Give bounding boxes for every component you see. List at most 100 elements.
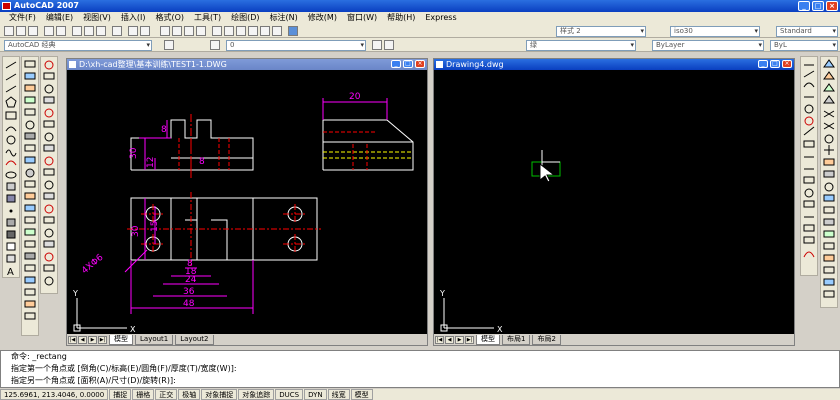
menu-modify[interactable]: 修改(M)	[303, 12, 342, 24]
menu-view[interactable]: 视图(V)	[78, 12, 116, 24]
polar-toggle[interactable]: 极轴	[178, 389, 201, 400]
view-toolbar	[820, 56, 838, 308]
save-icon[interactable]	[28, 26, 38, 36]
properties-icon[interactable]	[212, 26, 222, 36]
color-select[interactable]: 绿	[526, 40, 636, 51]
snap-toggle[interactable]: 捕捉	[109, 389, 132, 400]
drawing-close-button[interactable]: ×	[415, 60, 425, 68]
drawing4-minimize-button[interactable]: _	[758, 60, 768, 68]
paste-icon[interactable]	[96, 26, 106, 36]
cut-icon[interactable]	[72, 26, 82, 36]
linetype-select[interactable]: ByLayer	[652, 40, 764, 51]
lineweight-toggle[interactable]: 线宽	[327, 389, 350, 400]
drawing-canvas[interactable]: 20 30 12 8 8 30 15 8 18 24 36 48 4XΦ6 Y …	[67, 70, 427, 334]
drawing4-maximize-button[interactable]: □	[770, 60, 780, 68]
menu-window[interactable]: 窗口(W)	[342, 12, 382, 24]
sheet-set-icon[interactable]	[248, 26, 258, 36]
drawing-window-drawing4[interactable]: Drawing4.dwg _ □ × Y X |◀ ◀ ▶ ▶| 模型 布局1 …	[433, 58, 795, 346]
dyn-toggle[interactable]: DYN	[304, 389, 327, 400]
status-bar: 125.6961, 213.4046, 0.0000 捕捉 栅格 正交 极轴 对…	[0, 389, 840, 400]
dim-36: 36	[183, 287, 195, 297]
quickcalc-icon[interactable]	[272, 26, 282, 36]
menu-format[interactable]: 格式(O)	[150, 12, 189, 24]
ortho-toggle[interactable]: 正交	[155, 389, 178, 400]
menu-express[interactable]: Express	[420, 12, 461, 24]
tab-first-icon[interactable]: |◀	[68, 335, 77, 344]
zoom-previous-icon[interactable]	[196, 26, 206, 36]
coordinate-readout[interactable]: 125.6961, 213.4046, 0.0000	[0, 389, 109, 400]
standard-toolbar: 样式 2 iso30 Standard	[0, 24, 840, 38]
command-line[interactable]: 命令: _rectang 指定第一个角点或 [倒角(C)/标高(E)/圆角(F)…	[0, 350, 840, 388]
ucs-icon	[73, 298, 127, 332]
minimize-button[interactable]: _	[798, 1, 810, 11]
drawing-minimize-button[interactable]: _	[391, 60, 401, 68]
menu-file[interactable]: 文件(F)	[4, 12, 41, 24]
menu-tools[interactable]: 工具(T)	[189, 12, 226, 24]
close-button[interactable]: ×	[826, 1, 838, 11]
lineweight-select[interactable]: ByL	[770, 40, 838, 51]
tab2-layout1[interactable]: 布局1	[502, 334, 531, 345]
workspace-settings-icon[interactable]	[164, 40, 174, 50]
menu-edit[interactable]: 编辑(E)	[41, 12, 78, 24]
workspace-select[interactable]: AutoCAD 经典	[4, 40, 152, 51]
drawing4-title-bar[interactable]: Drawing4.dwg _ □ ×	[434, 59, 794, 70]
pan-icon[interactable]	[160, 26, 170, 36]
preview-icon[interactable]	[56, 26, 66, 36]
tab2-model[interactable]: 模型	[476, 334, 500, 345]
menu-help[interactable]: 帮助(H)	[382, 12, 420, 24]
model-toggle[interactable]: 模型	[350, 389, 373, 400]
drawing-window-test1[interactable]: D:\xh-cad整理\基本训练\TEST1-1.DWG _ □ × 20 30…	[66, 58, 428, 346]
make-current-layer-icon[interactable]	[372, 40, 382, 50]
tab2-next-icon[interactable]: ▶	[455, 335, 464, 344]
tab-model[interactable]: 模型	[109, 334, 133, 345]
layout-tabs-2: |◀ ◀ ▶ ▶| 模型 布局1 布局2	[434, 334, 794, 345]
autocad-app-icon	[2, 2, 11, 10]
menu-dimension[interactable]: 标注(N)	[265, 12, 303, 24]
grid-toggle[interactable]: 栅格	[132, 389, 155, 400]
ducs-toggle[interactable]: DUCS	[275, 389, 304, 400]
table-style-select[interactable]: Standard	[776, 26, 838, 37]
layers-toolbar: AutoCAD 经典 0 绿 ByLayer ByL	[0, 38, 840, 52]
drawing4-close-button[interactable]: ×	[782, 60, 792, 68]
tab-layout2[interactable]: Layout2	[175, 334, 214, 345]
tab-last-icon[interactable]: ▶|	[98, 335, 107, 344]
layer-manager-icon[interactable]	[210, 40, 220, 50]
tab2-layout2[interactable]: 布局2	[532, 334, 561, 345]
text-style-select[interactable]: 样式 2	[556, 26, 646, 37]
tool-palettes-icon[interactable]	[236, 26, 246, 36]
tab2-last-icon[interactable]: ▶|	[465, 335, 474, 344]
menu-insert[interactable]: 插入(I)	[116, 12, 151, 24]
menu-draw[interactable]: 绘图(D)	[226, 12, 264, 24]
undo-icon[interactable]	[128, 26, 138, 36]
copy-icon[interactable]	[84, 26, 94, 36]
print-icon[interactable]	[44, 26, 54, 36]
tab-next-icon[interactable]: ▶	[88, 335, 97, 344]
redo-icon[interactable]	[140, 26, 150, 36]
drawing-maximize-button[interactable]: □	[403, 60, 413, 68]
tab-prev-icon[interactable]: ◀	[78, 335, 87, 344]
tab2-prev-icon[interactable]: ◀	[445, 335, 454, 344]
otrack-toggle[interactable]: 对象追踪	[238, 389, 275, 400]
open-icon[interactable]	[16, 26, 26, 36]
help-icon[interactable]	[288, 26, 298, 36]
osnap-toggle[interactable]: 对象捕捉	[201, 389, 238, 400]
app-title-bar: AutoCAD 2007 _ □ ×	[0, 0, 840, 12]
layer-select[interactable]: 0	[226, 40, 366, 51]
markup-icon[interactable]	[260, 26, 270, 36]
command-prompt[interactable]: 指定另一个角点或 [面积(A)/尺寸(D)/旋转(R)]:	[11, 375, 839, 387]
tab2-first-icon[interactable]: |◀	[435, 335, 444, 344]
dim-15: 15	[150, 221, 160, 232]
new-icon[interactable]	[4, 26, 14, 36]
zoom-realtime-icon[interactable]	[172, 26, 182, 36]
tab-layout1[interactable]: Layout1	[135, 334, 174, 345]
dim-style-select[interactable]: iso30	[670, 26, 760, 37]
drawing-window-title-bar[interactable]: D:\xh-cad整理\基本训练\TEST1-1.DWG _ □ ×	[67, 59, 427, 70]
maximize-button[interactable]: □	[812, 1, 824, 11]
app-title: AutoCAD 2007	[14, 1, 79, 10]
design-center-icon[interactable]	[224, 26, 234, 36]
layer-previous-icon[interactable]	[384, 40, 394, 50]
zoom-window-icon[interactable]	[184, 26, 194, 36]
match-properties-icon[interactable]	[112, 26, 122, 36]
command-history-line-1: 命令: _rectang	[11, 352, 67, 361]
drawing4-canvas[interactable]: Y X	[434, 70, 794, 334]
